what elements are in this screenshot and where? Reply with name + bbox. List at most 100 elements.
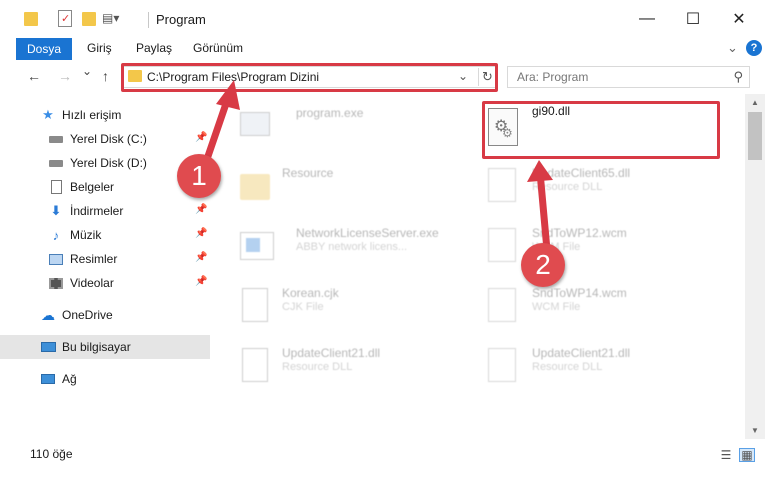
expand-ribbon-icon[interactable]: ⌄ xyxy=(727,40,738,56)
file-name: SndToWP14.wcm xyxy=(532,286,627,300)
dll-icon xyxy=(240,346,276,386)
music-icon: ♪ xyxy=(52,227,60,243)
tab-view[interactable]: Görünüm xyxy=(193,41,243,55)
sidebar-item-label: Bu bilgisayar xyxy=(62,340,131,354)
file-item[interactable]: SndToWP12.wcm WCM File xyxy=(480,218,730,276)
item-count: 110 öğe xyxy=(30,447,73,461)
title-bar: ✓ ▤▾ Program — ☐ ✕ xyxy=(0,0,769,38)
sidebar-item-onedrive[interactable]: ☁ OneDrive xyxy=(0,303,210,327)
sidebar-item-local-disk-c[interactable]: Yerel Disk (C:) 📌 xyxy=(0,127,210,151)
sidebar-item-quick-access[interactable]: ★ Hızlı erişim xyxy=(0,103,210,127)
file-type: Resource DLL xyxy=(532,361,603,373)
tab-home[interactable]: Giriş xyxy=(87,41,112,55)
file-item[interactable]: UpdateClient65.dll Resource DLL xyxy=(480,158,730,216)
sidebar-item-label: Resimler xyxy=(70,252,118,266)
file-item[interactable]: UpdateClient21.dll Resource DLL xyxy=(230,338,480,396)
file-name: UpdateClient21.dll xyxy=(282,346,381,360)
scroll-up-icon[interactable]: ▲ xyxy=(745,94,765,111)
file-name: program.exe xyxy=(296,106,364,120)
file-type: CJK File xyxy=(282,301,324,313)
scrollbar-thumb[interactable] xyxy=(748,112,762,160)
file-type: ABBY network licens... xyxy=(296,241,408,253)
pin-icon: 📌 xyxy=(195,276,208,287)
sidebar-item-label: Belgeler xyxy=(70,180,115,194)
details-view-icon[interactable]: ☰ xyxy=(718,448,734,462)
file-type: Resource DLL xyxy=(282,361,353,373)
back-button[interactable]: ← xyxy=(27,68,41,84)
pictures-icon xyxy=(48,251,64,267)
dll-gear-icon xyxy=(486,346,522,386)
file-name: Korean.cjk xyxy=(282,286,339,300)
new-folder-icon[interactable] xyxy=(82,12,96,26)
file-item[interactable]: SndToWP14.wcm WCM File xyxy=(480,278,730,336)
drive-icon xyxy=(48,131,64,147)
window-title: Program xyxy=(156,12,206,27)
address-bar-highlight xyxy=(121,63,498,92)
executable-icon xyxy=(240,226,276,266)
file-highlight xyxy=(482,101,720,159)
sidebar-item-videos[interactable]: Videolar 📌 xyxy=(0,271,210,295)
file-name: UpdateClient65.dll xyxy=(532,166,631,180)
file-icon xyxy=(486,286,522,326)
pin-icon: 📌 xyxy=(195,252,208,263)
scroll-down-icon[interactable]: ▼ xyxy=(745,422,765,439)
minimize-button[interactable]: — xyxy=(624,0,670,38)
sidebar-item-network[interactable]: Ağ xyxy=(0,367,210,391)
customize-quick-access-icon[interactable]: ▤▾ xyxy=(102,11,119,29)
tab-file[interactable]: Dosya xyxy=(16,38,72,60)
ribbon: Dosya Giriş Paylaş Görünüm ⌄ ? xyxy=(0,38,769,60)
pin-icon: 📌 xyxy=(195,228,208,239)
file-name: Resource xyxy=(282,166,334,180)
video-icon xyxy=(48,275,64,291)
folder-icon xyxy=(240,166,276,206)
recent-locations-button[interactable]: ⌄ xyxy=(82,64,92,78)
sidebar-item-label: Videolar xyxy=(70,276,114,290)
search-input[interactable]: Ara: Program ⚲ xyxy=(507,66,750,88)
network-icon xyxy=(40,371,56,387)
vertical-scrollbar[interactable]: ▲ ▼ xyxy=(745,94,765,439)
sidebar-item-label: Hızlı erişim xyxy=(62,108,122,122)
dll-gear-icon xyxy=(486,166,522,206)
step-marker-2: 2 xyxy=(521,243,565,287)
sidebar-item-pictures[interactable]: Resimler 📌 xyxy=(0,247,210,271)
computer-icon xyxy=(40,339,56,355)
search-placeholder: Ara: Program xyxy=(517,70,589,84)
maximize-button[interactable]: ☐ xyxy=(670,0,716,38)
cloud-icon: ☁ xyxy=(41,306,55,323)
executable-icon xyxy=(240,106,276,146)
file-name: NetworkLicenseServer.exe xyxy=(296,226,439,240)
sidebar-item-label: Müzik xyxy=(70,228,102,242)
file-icon xyxy=(486,226,522,266)
file-item[interactable]: UpdateClient21.dll Resource DLL xyxy=(480,338,730,396)
file-name: SndToWP12.wcm xyxy=(532,226,627,240)
sidebar-item-label: Yerel Disk (D:) xyxy=(70,156,147,170)
folder-icon[interactable] xyxy=(24,12,38,26)
download-icon: ⬇ xyxy=(50,203,62,218)
file-type: Resource DLL xyxy=(532,181,603,193)
large-icons-view-icon[interactable]: ▦ xyxy=(739,448,755,462)
tab-share[interactable]: Paylaş xyxy=(136,41,172,55)
pin-icon: 📌 xyxy=(195,132,208,143)
sidebar-item-music[interactable]: ♪ Müzik 📌 xyxy=(0,223,210,247)
help-icon[interactable]: ? xyxy=(746,40,762,56)
forward-button[interactable]: → xyxy=(58,68,72,84)
file-item[interactable]: NetworkLicenseServer.exe ABBY network li… xyxy=(230,218,480,276)
file-icon xyxy=(240,286,276,326)
sidebar-item-downloads[interactable]: ⬇ İndirmeler 📌 xyxy=(0,199,210,223)
sidebar-item-label: Ağ xyxy=(62,372,77,386)
file-name: UpdateClient21.dll xyxy=(532,346,631,360)
drive-icon xyxy=(48,155,64,171)
properties-icon[interactable]: ✓ xyxy=(58,10,72,27)
file-type: WCM File xyxy=(532,301,581,313)
sidebar-item-label: OneDrive xyxy=(62,308,113,322)
file-item[interactable]: Korean.cjk CJK File xyxy=(230,278,480,336)
up-button[interactable]: ↑ xyxy=(102,68,109,84)
folder-item[interactable]: Resource xyxy=(230,158,480,216)
navigation-pane: ★ Hızlı erişim Yerel Disk (C:) 📌 Yerel D… xyxy=(0,94,214,439)
sidebar-item-this-pc[interactable]: Bu bilgisayar xyxy=(0,335,210,359)
search-icon: ⚲ xyxy=(733,69,743,84)
sidebar-item-label: Yerel Disk (C:) xyxy=(70,132,147,146)
file-item[interactable]: program.exe xyxy=(230,98,480,156)
close-button[interactable]: ✕ xyxy=(716,0,762,38)
status-bar: 110 öğe ☰ ▦ xyxy=(0,439,769,469)
